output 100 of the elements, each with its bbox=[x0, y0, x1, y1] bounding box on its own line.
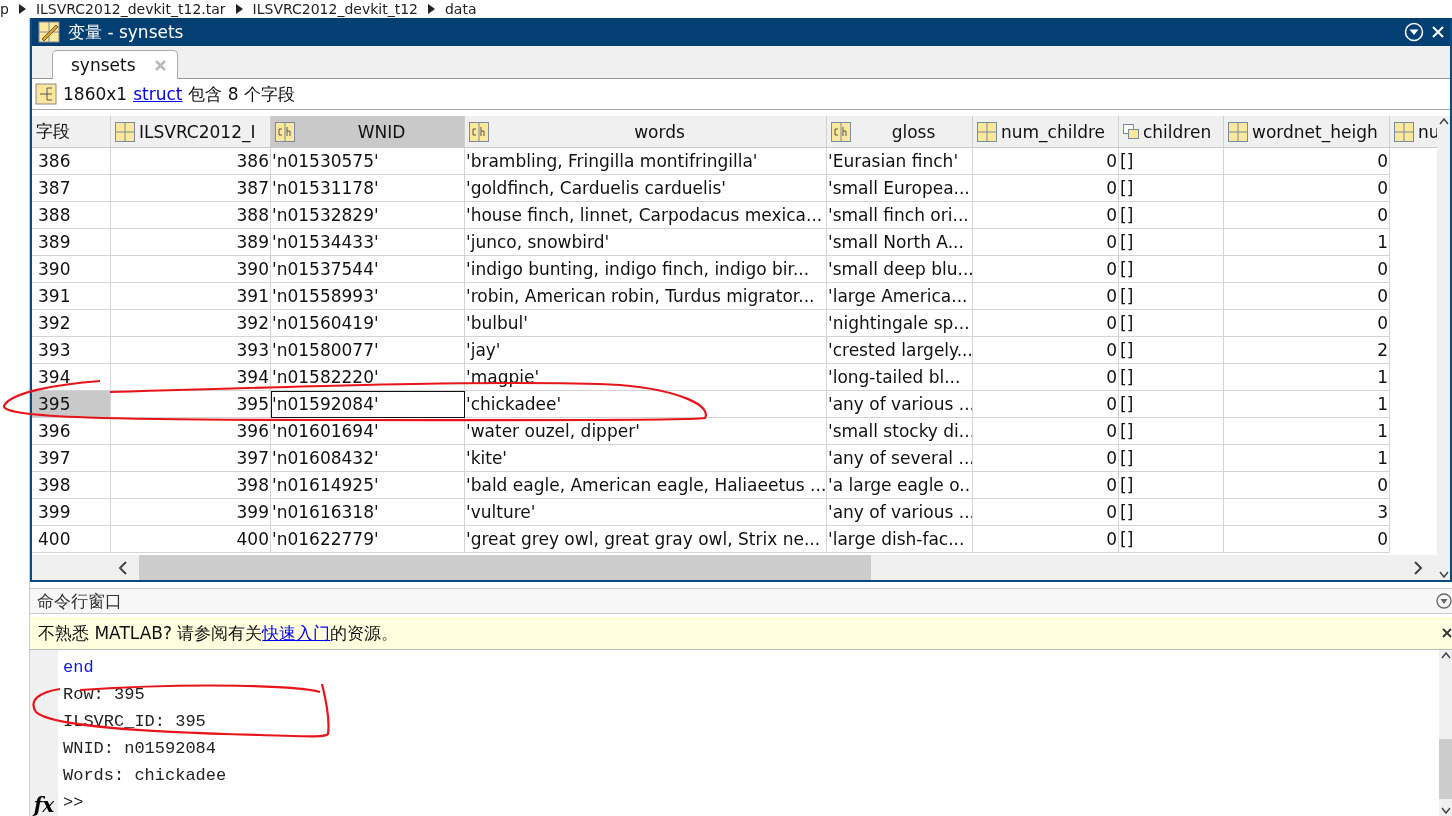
breadcrumb-arrow-icon bbox=[428, 4, 435, 14]
table-cell: 'n01531178' bbox=[271, 175, 465, 202]
table-cell: 'n01614925' bbox=[271, 472, 465, 499]
table-cell: 'small Europea... bbox=[827, 175, 973, 202]
column-header[interactable]: gloss bbox=[827, 116, 973, 148]
table-cell: 396 bbox=[111, 418, 271, 445]
table-cell: 'robin, American robin, Turdus migrator... bbox=[465, 283, 827, 310]
table-cell: 'n01622779' bbox=[271, 526, 465, 553]
struct-link[interactable]: struct bbox=[133, 84, 183, 104]
table-cell: 'magpie' bbox=[465, 364, 827, 391]
breadcrumb-item[interactable]: ILSVRC2012_devkit_t12 bbox=[252, 1, 418, 17]
row-header-cell[interactable]: 393 bbox=[32, 337, 111, 364]
row-header-cell[interactable]: 391 bbox=[32, 283, 111, 310]
table-cell: [] bbox=[1119, 391, 1224, 418]
field-count-text: 包含 8 个字段 bbox=[188, 82, 296, 106]
table-cell: 'water ouzel, dipper' bbox=[465, 418, 827, 445]
table-cell: 'great grey owl, great gray owl, Strix ne... bbox=[465, 526, 827, 553]
table-cell: 1 bbox=[1224, 445, 1390, 472]
table-cell: [] bbox=[1119, 175, 1224, 202]
table-cell: 'n01608432' bbox=[271, 445, 465, 472]
grid-icon bbox=[1228, 121, 1248, 142]
table-cell: 1 bbox=[1224, 418, 1390, 445]
struct-icon bbox=[35, 83, 57, 105]
table-cell: 0 bbox=[1224, 202, 1390, 229]
quick-start-link[interactable]: 快速入门 bbox=[262, 622, 331, 643]
column-header[interactable]: 字段 bbox=[32, 116, 111, 148]
row-header-cell[interactable]: 387 bbox=[32, 175, 111, 202]
scrollbar-thumb[interactable] bbox=[139, 555, 871, 580]
table-cell: [] bbox=[1119, 256, 1224, 283]
vertical-scrollbar[interactable] bbox=[1437, 116, 1450, 580]
column-header[interactable]: words bbox=[465, 116, 827, 148]
row-header-cell[interactable]: 396 bbox=[32, 418, 111, 445]
table-cell: 1 bbox=[1224, 364, 1390, 391]
close-icon bbox=[153, 58, 167, 72]
table-cell: [] bbox=[1119, 364, 1224, 391]
row-header-cell[interactable]: 397 bbox=[32, 445, 111, 472]
close-icon bbox=[1442, 628, 1452, 638]
table-cell: 'small North A... bbox=[827, 229, 973, 256]
table-cell: [] bbox=[1119, 418, 1224, 445]
column-header[interactable]: wordnet_heigh bbox=[1224, 116, 1390, 148]
table-cell: [] bbox=[1119, 337, 1224, 364]
table-cell: 'brambling, Fringilla montifringilla' bbox=[465, 148, 827, 175]
horizontal-scrollbar[interactable] bbox=[32, 555, 1437, 580]
table-cell: 0 bbox=[973, 499, 1119, 526]
row-header-cell[interactable]: 388 bbox=[32, 202, 111, 229]
column-header[interactable]: WNID bbox=[271, 116, 465, 148]
table-cell: 398 bbox=[111, 472, 271, 499]
column-header[interactable]: children bbox=[1119, 116, 1224, 148]
table-cell: 0 bbox=[1224, 175, 1390, 202]
table-cell: 393 bbox=[111, 337, 271, 364]
row-header-cell[interactable]: 399 bbox=[32, 499, 111, 526]
row-header-cell[interactable]: 398 bbox=[32, 472, 111, 499]
console-line: WNID: n01592084 bbox=[63, 738, 218, 760]
table-cell: 'house finch, linnet, Carpodacus mexica... bbox=[465, 202, 827, 229]
table-cell: 'small finch ori... bbox=[827, 202, 973, 229]
table-cell: 'large dish-fac... bbox=[827, 526, 973, 553]
table-cell: 'vulture' bbox=[465, 499, 827, 526]
window-title: 变量 - synsets bbox=[68, 20, 185, 44]
console-line: Row: 395 bbox=[63, 684, 146, 706]
table-cell: [] bbox=[1119, 526, 1224, 553]
table-cell: 0 bbox=[973, 256, 1119, 283]
table-cell: 0 bbox=[973, 364, 1119, 391]
table-cell: 400 bbox=[111, 526, 271, 553]
column-header[interactable]: num_childre bbox=[973, 116, 1119, 148]
table-cell: 'n01532829' bbox=[271, 202, 465, 229]
table-cell: [] bbox=[1119, 283, 1224, 310]
table-cell: 'n01616318' bbox=[271, 499, 465, 526]
table-cell: 'long-tailed bl... bbox=[827, 364, 973, 391]
grid-icon bbox=[977, 121, 997, 142]
scroll-down-icon bbox=[1438, 571, 1449, 578]
breadcrumb-item[interactable]: data bbox=[445, 1, 477, 17]
table-cell: 386 bbox=[111, 148, 271, 175]
scrollbar-thumb[interactable] bbox=[1439, 739, 1452, 799]
table-cell: 'jay' bbox=[465, 337, 827, 364]
breadcrumb-item[interactable]: p bbox=[0, 1, 9, 17]
table-cell: 391 bbox=[111, 283, 271, 310]
table-cell: 394 bbox=[111, 364, 271, 391]
row-header-cell[interactable]: 386 bbox=[32, 148, 111, 175]
char-array-icon bbox=[275, 121, 295, 142]
row-header-cell[interactable]: 395 bbox=[32, 391, 111, 418]
table-cell: 'Eurasian finch' bbox=[827, 148, 973, 175]
table-cell: [] bbox=[1119, 472, 1224, 499]
row-header-cell[interactable]: 389 bbox=[32, 229, 111, 256]
breadcrumb-item[interactable]: ILSVRC2012_devkit_t12.tar bbox=[35, 1, 226, 17]
row-header-cell[interactable]: 400 bbox=[32, 526, 111, 553]
row-header-cell[interactable]: 392 bbox=[32, 310, 111, 337]
column-header[interactable]: ILSVRC2012_I bbox=[111, 116, 271, 148]
function-browser-button[interactable]: fx bbox=[33, 794, 55, 816]
vertical-scrollbar[interactable] bbox=[1439, 650, 1452, 816]
table-cell: 'n01558993' bbox=[271, 283, 465, 310]
tab[interactable]: synsets bbox=[52, 50, 178, 79]
table-cell: 0 bbox=[973, 202, 1119, 229]
table-cell: 389 bbox=[111, 229, 271, 256]
row-header-cell[interactable]: 390 bbox=[32, 256, 111, 283]
console-line: Words: chickadee bbox=[63, 765, 228, 787]
table-cell: 0 bbox=[973, 418, 1119, 445]
command-prompt[interactable]: >> bbox=[63, 789, 1439, 816]
table-cell: [] bbox=[1119, 310, 1224, 337]
table-cell: 'large America... bbox=[827, 283, 973, 310]
grid-icon bbox=[1394, 121, 1414, 142]
